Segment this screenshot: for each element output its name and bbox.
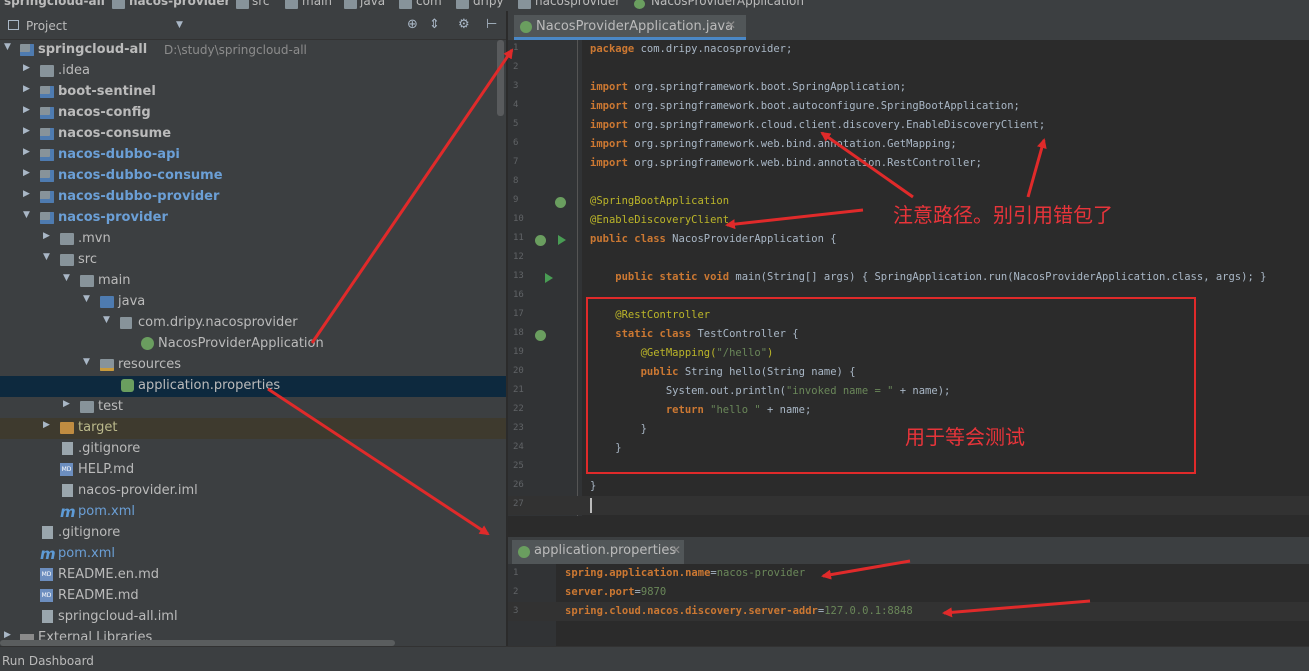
arrow-to-tab xyxy=(310,48,514,344)
arrow-to-import xyxy=(820,131,914,199)
arrow-to-app-name xyxy=(821,559,911,580)
arrow-to-server-addr xyxy=(942,599,1091,618)
arrow-to-import-end xyxy=(1026,138,1047,198)
arrow-to-annotation xyxy=(725,208,864,230)
annotation-arrows xyxy=(267,48,1091,618)
arrow-to-properties xyxy=(267,387,490,536)
